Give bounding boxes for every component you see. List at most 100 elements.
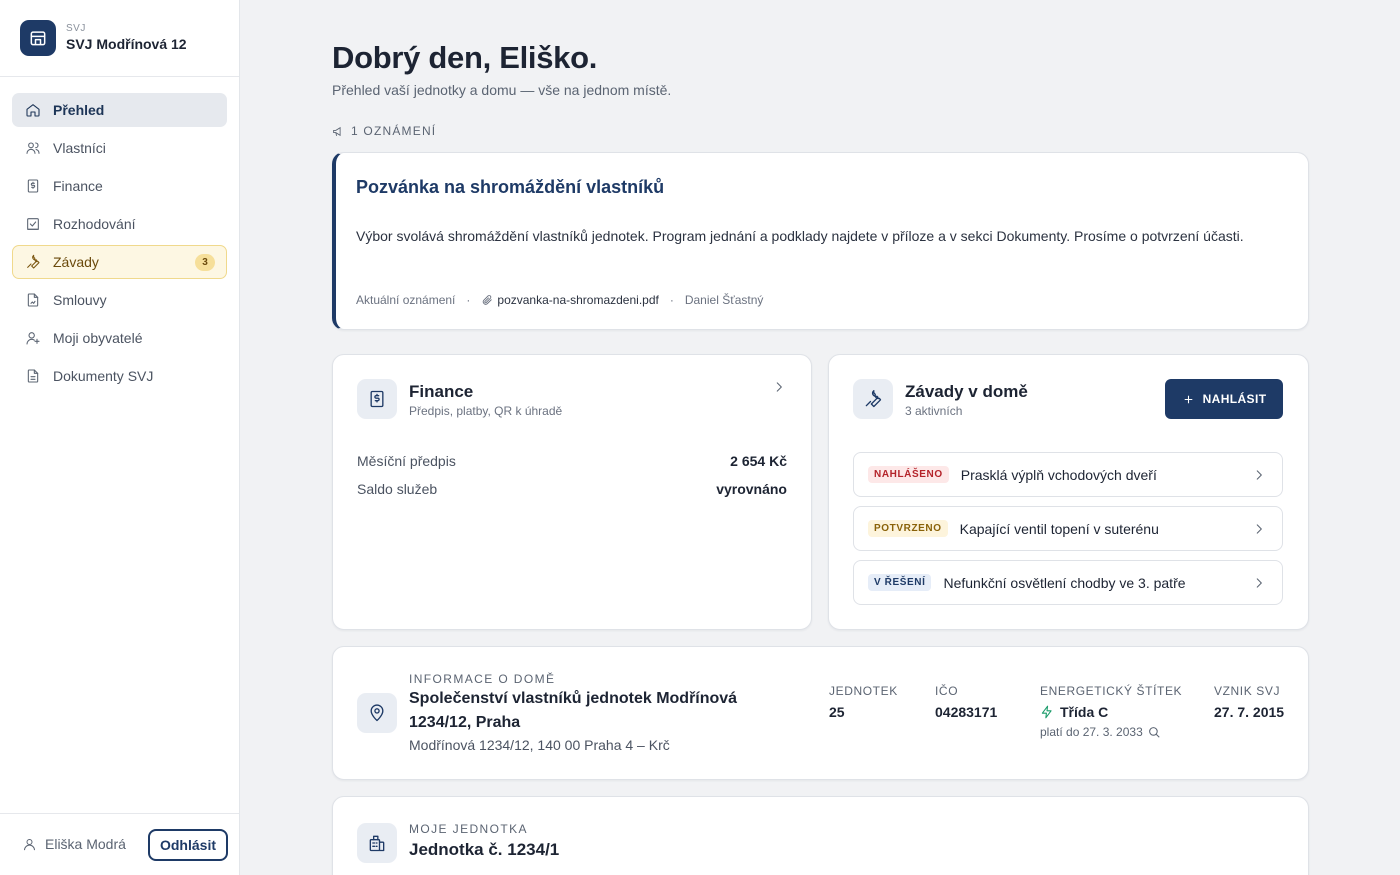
sidebar-item-label: Rozhodování bbox=[53, 216, 136, 232]
finance-subtitle: Předpis, platby, QR k úhradě bbox=[409, 404, 563, 418]
announcement-attachment-link[interactable]: pozvanka-na-shromazdeni.pdf bbox=[481, 293, 659, 307]
page-title: Dobrý den, Eliško. bbox=[332, 40, 598, 75]
lightning-icon bbox=[1041, 705, 1052, 719]
announcement-card[interactable]: Pozvánka na shromáždění vlastníků Výbor … bbox=[332, 152, 1309, 330]
user-name: Eliška Modrá bbox=[45, 836, 126, 852]
defects-title: Závady v domě bbox=[905, 382, 1028, 401]
founded-value: 27. 7. 2015 bbox=[1214, 704, 1285, 720]
announcement-title: Pozvánka na shromáždění vlastníků bbox=[356, 177, 665, 197]
user-plus-icon bbox=[26, 332, 40, 345]
my-unit-title: Jednotka č. 1234/1 bbox=[409, 840, 560, 859]
house-info-card: INFORMACE O DOMĚ Společenství vlastníků … bbox=[332, 646, 1309, 780]
chevron-right-icon[interactable] bbox=[772, 380, 786, 394]
announcements-count: 1 OZNÁMENÍ bbox=[351, 124, 437, 138]
ico-label: IČO bbox=[935, 684, 959, 698]
sidebar-item-label: Závady bbox=[53, 254, 99, 270]
finance-card[interactable]: Finance Předpis, platby, QR k úhradě Měs… bbox=[332, 354, 812, 630]
users-icon bbox=[26, 142, 40, 154]
meta-separator: · bbox=[466, 293, 471, 307]
search-icon[interactable] bbox=[1147, 725, 1161, 739]
defect-status-badge: POTVRZENO bbox=[868, 520, 948, 537]
brand-name: SVJ Modřínová 12 bbox=[66, 36, 187, 52]
report-defect-label: NAHLÁSIT bbox=[1202, 392, 1267, 406]
energy-validity: platí do 27. 3. 2033 bbox=[1040, 725, 1161, 739]
paperclip-icon bbox=[483, 295, 493, 305]
service-balance-value: vyrovnáno bbox=[716, 481, 787, 497]
defects-icon-box bbox=[853, 379, 893, 419]
wrench-icon bbox=[27, 254, 40, 269]
ico-value: 04283171 bbox=[935, 704, 998, 720]
my-unit-card[interactable]: MOJE JEDNOTKA Jednotka č. 1234/1 bbox=[332, 796, 1309, 875]
announcement-meta: Aktuální oznámení · pozvanka-na-shromazd… bbox=[356, 293, 763, 307]
defects-count-badge: 3 bbox=[195, 254, 215, 271]
meta-separator: · bbox=[669, 293, 674, 307]
sidebar-item-dokumenty[interactable]: Dokumenty SVJ bbox=[12, 359, 227, 393]
sidebar-item-zavady[interactable]: Závady 3 bbox=[12, 245, 227, 279]
sidebar-footer-divider bbox=[0, 813, 239, 814]
defect-item[interactable]: V ŘEŠENÍ Nefunkční osvětlení chodby ve 3… bbox=[853, 560, 1283, 605]
receipt-icon bbox=[370, 390, 384, 408]
defect-status-badge: NAHLÁŠENO bbox=[868, 466, 949, 483]
contract-icon bbox=[27, 293, 39, 307]
current-user: Eliška Modrá bbox=[22, 836, 126, 852]
house-info-title: Společenství vlastníků jednotek Modřínov… bbox=[409, 690, 738, 731]
unit-icon-box bbox=[357, 823, 397, 863]
sidebar-item-smlouvy[interactable]: Smlouvy bbox=[12, 283, 227, 317]
announcements-label: 1 OZNÁMENÍ bbox=[332, 124, 436, 138]
monthly-fee-label: Měsíční předpis bbox=[357, 453, 456, 469]
map-pin-icon bbox=[370, 704, 384, 722]
document-icon bbox=[27, 369, 39, 383]
location-icon-box bbox=[357, 693, 397, 733]
units-value: 25 bbox=[829, 704, 845, 720]
home-icon bbox=[26, 104, 40, 117]
user-icon bbox=[24, 838, 35, 850]
defect-item[interactable]: NAHLÁŠENO Prasklá výplň vchodových dveří bbox=[853, 452, 1283, 497]
sidebar-item-vlastnici[interactable]: Vlastníci bbox=[12, 131, 227, 165]
house-address: Modřínová 1234/12, 140 00 Praha 4 – Krč bbox=[409, 737, 670, 753]
chevron-right-icon bbox=[1256, 470, 1262, 480]
sidebar-item-label: Vlastníci bbox=[53, 140, 106, 156]
vote-icon bbox=[27, 218, 39, 230]
units-label: JEDNOTEK bbox=[829, 684, 898, 698]
sidebar-item-prehled[interactable]: Přehled bbox=[12, 93, 227, 127]
finance-icon-box bbox=[357, 379, 397, 419]
defect-item[interactable]: POTVRZENO Kapající ventil topení v suter… bbox=[853, 506, 1283, 551]
defect-title: Nefunkční osvětlení chodby ve 3. patře bbox=[943, 574, 1186, 591]
sidebar-item-label: Dokumenty SVJ bbox=[53, 368, 154, 384]
announcement-author: Daniel Šťastný bbox=[684, 293, 764, 307]
finance-title: Finance bbox=[409, 382, 474, 401]
sidebar-item-label: Přehled bbox=[53, 102, 105, 118]
chevron-right-icon bbox=[1256, 524, 1262, 534]
sidebar-item-label: Smlouvy bbox=[53, 292, 107, 308]
wrench-icon bbox=[865, 390, 882, 408]
my-unit-eyebrow: MOJE JEDNOTKA bbox=[409, 822, 528, 836]
sidebar-nav: Přehled Vlastníci Finance Rozhodování Zá… bbox=[12, 93, 227, 397]
defect-title: Prasklá výplň vchodových dveří bbox=[960, 466, 1157, 483]
sidebar-item-moji-obyvatele[interactable]: Moji obyvatelé bbox=[12, 321, 227, 355]
report-defect-button[interactable]: NAHLÁSIT bbox=[1165, 379, 1283, 419]
defects-subtitle: 3 aktivních bbox=[905, 404, 963, 418]
defect-title: Kapající ventil topení v suterénu bbox=[959, 520, 1159, 537]
energy-valid-until: platí do 27. 3. 2033 bbox=[1040, 725, 1143, 739]
chevron-right-icon bbox=[1256, 578, 1262, 588]
attachment-filename: pozvanka-na-shromazdeni.pdf bbox=[497, 293, 659, 307]
founded-label: VZNIK SVJ bbox=[1214, 684, 1281, 698]
announcement-category: Aktuální oznámení bbox=[356, 293, 456, 307]
sidebar-item-rozhodovani[interactable]: Rozhodování bbox=[12, 207, 227, 241]
logout-button[interactable]: Odhlásit bbox=[148, 829, 228, 861]
page-subtitle: Přehled vaší jednotky a domu — vše na je… bbox=[332, 82, 672, 98]
brand[interactable]: SVJ SVJ Modřínová 12 bbox=[20, 20, 187, 56]
brand-label: SVJ bbox=[66, 23, 86, 34]
defects-card: Závady v domě 3 aktivních NAHLÁSIT NAHLÁ… bbox=[828, 354, 1309, 630]
building-logo-icon bbox=[20, 20, 56, 56]
defect-status-badge: V ŘEŠENÍ bbox=[868, 574, 932, 591]
building-icon bbox=[369, 835, 385, 852]
megaphone-icon bbox=[333, 126, 341, 136]
energy-class: Třída C bbox=[1040, 704, 1108, 720]
announcement-body: Výbor svolává shromáždění vlastníků jedn… bbox=[356, 228, 1244, 244]
sidebar-divider bbox=[0, 76, 239, 77]
receipt-icon bbox=[27, 179, 39, 193]
sidebar-item-label: Finance bbox=[53, 178, 103, 194]
sidebar-item-finance[interactable]: Finance bbox=[12, 169, 227, 203]
sidebar-item-label: Moji obyvatelé bbox=[53, 330, 143, 346]
